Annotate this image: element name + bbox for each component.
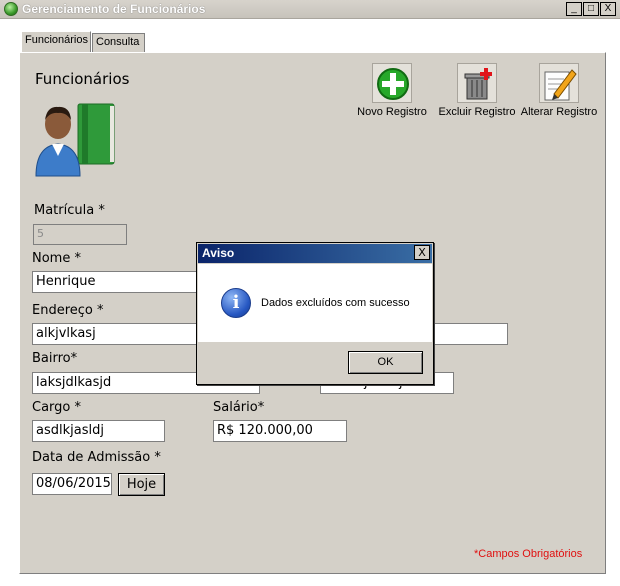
aviso-dialog: Aviso X i Dados excluídos com sucesso OK — [196, 242, 434, 385]
delete-record-label: Excluir Registro — [438, 106, 516, 118]
nome-label: Nome * — [32, 251, 81, 266]
data-admissao-field[interactable]: 08/06/2015 — [32, 473, 112, 495]
new-record-button[interactable]: Novo Registro — [356, 63, 428, 118]
pencil-edit-icon — [539, 63, 579, 103]
edit-record-label: Alterar Registro — [520, 106, 598, 118]
required-fields-note: *Campos Obrigatórios — [474, 548, 583, 560]
close-button[interactable]: X — [600, 2, 616, 16]
dialog-message: Dados excluídos com sucesso — [261, 297, 410, 309]
new-record-label: Novo Registro — [357, 106, 427, 118]
delete-record-button[interactable]: Excluir Registro — [438, 63, 516, 118]
salario-field[interactable]: R$ 120.000,00 — [213, 420, 347, 442]
data-admissao-label: Data de Admissão * — [32, 450, 161, 465]
bairro-label: Bairro* — [32, 351, 78, 366]
hoje-button[interactable]: Hoje — [118, 473, 165, 496]
page-title: Funcionários — [35, 70, 130, 88]
minimize-button[interactable]: _ — [566, 2, 582, 16]
tab-funcionarios[interactable]: Funcionários — [21, 31, 91, 52]
cargo-label: Cargo * — [32, 400, 81, 415]
tab-consulta[interactable]: Consulta — [92, 33, 145, 52]
window-title: Gerenciamento de Funcionários — [22, 2, 206, 16]
matricula-field: 5 — [33, 224, 127, 245]
ok-button[interactable]: OK — [348, 351, 423, 374]
employee-illustration — [34, 100, 124, 180]
info-icon: i — [221, 288, 251, 318]
endereco-label: Endereço * — [32, 303, 104, 318]
window-titlebar: Gerenciamento de Funcionários _ □ X — [0, 0, 620, 19]
nome-field[interactable]: Henrique — [32, 271, 202, 293]
trash-delete-icon — [457, 63, 497, 103]
dialog-close-button[interactable]: X — [414, 245, 430, 260]
cargo-field[interactable]: asdlkjasldj — [32, 420, 165, 442]
salario-label: Salário* — [213, 400, 265, 415]
matricula-label: Matrícula * — [34, 203, 105, 218]
add-icon — [372, 63, 412, 103]
dialog-title: Aviso — [198, 244, 432, 263]
edit-record-button[interactable]: Alterar Registro — [520, 63, 598, 118]
maximize-button[interactable]: □ — [583, 2, 599, 16]
app-icon — [4, 2, 18, 16]
